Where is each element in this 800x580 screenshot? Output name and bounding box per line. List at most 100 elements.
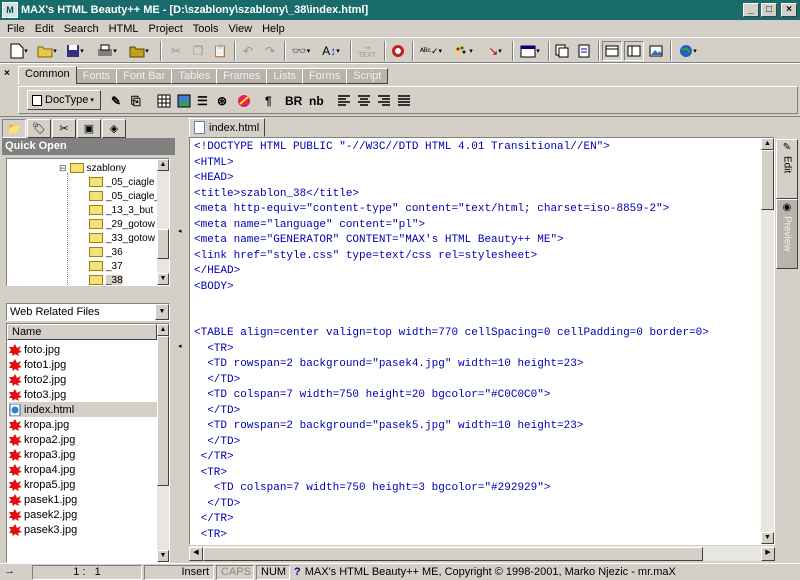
code-line[interactable]: <BODY>	[194, 280, 764, 296]
code-line[interactable]: </TD>	[194, 404, 764, 420]
code-line[interactable]: <TABLE align=center valign=top width=770…	[194, 326, 764, 342]
save-icon[interactable]: ▾	[62, 41, 88, 61]
panel-tab-clip-icon[interactable]: ✂	[52, 119, 76, 138]
tree-node[interactable]: _33_gotow	[89, 231, 155, 245]
tree-scroll-thumb[interactable]	[157, 229, 169, 259]
doctype-button[interactable]: DocType ▾	[27, 90, 101, 110]
code-line[interactable]: </TR>	[194, 450, 764, 466]
file-list-item[interactable]: kropa4.jpg	[9, 462, 157, 477]
tab-font-bar[interactable]: Font Bar	[116, 68, 173, 84]
menu-help[interactable]: Help	[257, 23, 290, 35]
tab-forms[interactable]: Forms	[302, 68, 348, 84]
code-line[interactable]: <TD rowspan=2 background="pasek5.jpg" wi…	[194, 419, 764, 435]
color-icon[interactable]	[237, 92, 251, 110]
code-line[interactable]: </HEAD>	[194, 264, 764, 280]
layout2-icon[interactable]	[624, 41, 644, 61]
tab-common[interactable]: Common	[18, 66, 77, 84]
center-icon[interactable]: ⊛	[217, 92, 227, 110]
align-right-icon[interactable]	[377, 92, 391, 110]
collapse-arrow-icon[interactable]: ◂	[178, 227, 182, 235]
align-left-icon[interactable]	[337, 92, 351, 110]
tab-tables[interactable]: Tables	[171, 68, 218, 84]
redo-icon[interactable]: ↷	[260, 41, 280, 61]
text-button[interactable]: ⇥ TEXT	[354, 41, 380, 61]
scroll-right-icon[interactable]: ▶	[761, 547, 775, 561]
code-line[interactable]: <TD colspan=7 width=750 height=3 bgcolor…	[194, 481, 764, 497]
tab-edit[interactable]: ✎ Edit	[776, 139, 798, 199]
close-toolbar-icon[interactable]: ×	[4, 68, 10, 79]
scroll-up-icon[interactable]: ▲	[157, 159, 169, 171]
maximize-button[interactable]: □	[761, 3, 777, 17]
code-line[interactable]	[194, 295, 764, 311]
code-line[interactable]: <TR>	[194, 528, 764, 544]
scroll-down-icon[interactable]: ▼	[761, 532, 774, 544]
file-list-item[interactable]: kropa2.jpg	[9, 432, 157, 447]
menu-view[interactable]: View	[223, 23, 257, 35]
tree-scrollbar[interactable]: ▲ ▼	[157, 159, 169, 285]
app-icon[interactable]: M	[2, 2, 18, 18]
collapse-arrow-icon[interactable]: ◂	[178, 342, 182, 350]
tab-script[interactable]: Script	[346, 68, 389, 84]
page-icon[interactable]: ⎘	[131, 92, 141, 110]
copy-icon[interactable]: ❐	[188, 41, 208, 61]
tab-fonts[interactable]: Fonts	[75, 68, 118, 84]
undo-icon[interactable]: ↶	[238, 41, 258, 61]
file-list-item[interactable]: kropa.jpg	[9, 417, 157, 432]
file-list-item[interactable]: foto.jpg	[9, 342, 157, 357]
tree-node[interactable]: _05_ciagle_	[89, 189, 160, 203]
code-line[interactable]: </TD>	[194, 373, 764, 389]
scroll-down-icon[interactable]: ▼	[157, 273, 169, 285]
window-icon[interactable]: ▾	[516, 41, 544, 61]
code-line[interactable]: <meta http-equiv="content-type" content=…	[194, 202, 764, 218]
file-list-item[interactable]: pasek1.jpg	[9, 492, 157, 507]
menu-tools[interactable]: Tools	[188, 23, 224, 35]
code-line[interactable]: <title>szablon_38</title>	[194, 187, 764, 203]
code-editor[interactable]: <!DOCTYPE HTML PUBLIC "-//W3C//DTD HTML …	[189, 137, 775, 545]
code-line[interactable]: <TD colspan=7 width=750 height=20 bgcolo…	[194, 388, 764, 404]
browser-icon[interactable]	[388, 41, 408, 61]
doc2-icon[interactable]	[574, 41, 594, 61]
code-line[interactable]: <!DOCTYPE HTML PUBLIC "-//W3C//DTD HTML …	[194, 140, 764, 156]
tree-node[interactable]: _13_3_but	[89, 203, 153, 217]
code-line[interactable]: <TR>	[194, 466, 764, 482]
panel-tab-cube-icon[interactable]: ◈	[102, 119, 126, 138]
code-line[interactable]: <HEAD>	[194, 171, 764, 187]
replace-icon[interactable]: A ↕ ▾	[316, 41, 346, 61]
tab-frames[interactable]: Frames	[216, 68, 268, 84]
minimize-button[interactable]: _	[743, 3, 759, 17]
scroll-left-icon[interactable]: ◀	[189, 547, 203, 561]
code-line[interactable]: <meta name="GENERATOR" CONTENT="MAX's HT…	[194, 233, 764, 249]
code-text[interactable]: <!DOCTYPE HTML PUBLIC "-//W3C//DTD HTML …	[194, 140, 764, 544]
menu-html[interactable]: HTML	[104, 23, 144, 35]
code-line[interactable]: <TR>	[194, 342, 764, 358]
folder-tree[interactable]: ⊟ szablony _05_ciagle _05_ciagle_ _13_3_but _…	[6, 158, 170, 286]
layout-icon[interactable]	[602, 41, 622, 61]
insert-image-icon[interactable]	[177, 92, 191, 110]
globe-icon[interactable]: ▾	[674, 41, 702, 61]
spellcheck-icon[interactable]: ᴬᴮᶜ✓ ▾	[416, 41, 446, 61]
editor-vscrollbar[interactable]: ▲ ▼	[761, 138, 774, 544]
paragraph-button[interactable]: ¶	[265, 92, 272, 110]
tree-node[interactable]: _37	[89, 259, 123, 273]
nbsp-button[interactable]: nb	[309, 92, 324, 110]
cut-icon[interactable]: ✂	[166, 41, 186, 61]
editor-scroll-thumb[interactable]	[761, 150, 774, 210]
code-line[interactable]: </TD>	[194, 435, 764, 451]
palette-icon[interactable]: ▾	[448, 41, 478, 61]
code-line[interactable]: <HTML>	[194, 156, 764, 172]
editor-hscrollbar[interactable]: ◀ ▶	[189, 545, 775, 561]
paste-icon[interactable]: 📋	[210, 41, 230, 61]
file-list-item[interactable]: pasek3.jpg	[9, 522, 157, 537]
align-center-icon[interactable]	[357, 92, 371, 110]
editor-hscroll-thumb[interactable]	[203, 547, 703, 561]
tree-node[interactable]: _05_ciagle	[89, 175, 154, 189]
tree-node[interactable]: _29_gotow	[89, 217, 155, 231]
file-list-item[interactable]: foto3.jpg	[9, 387, 157, 402]
tab-lists[interactable]: Lists	[266, 68, 304, 84]
file-list-item[interactable]: index.html	[9, 402, 157, 417]
code-line[interactable]: </TR>	[194, 512, 764, 528]
collapse-icon[interactable]: ⊟	[59, 163, 67, 174]
file-scroll-thumb[interactable]	[157, 336, 169, 486]
validate-icon[interactable]: ↘ ▾	[480, 41, 510, 61]
insert-table-icon[interactable]	[157, 92, 171, 110]
